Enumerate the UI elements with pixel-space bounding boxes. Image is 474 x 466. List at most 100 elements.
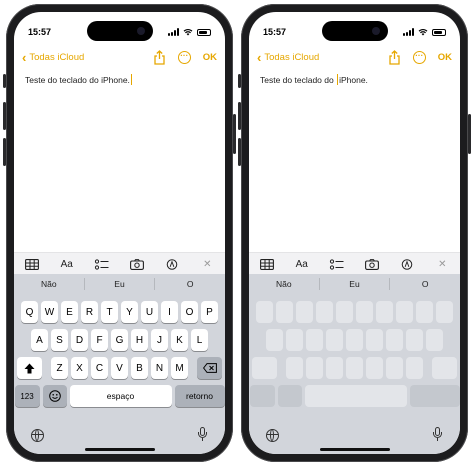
key-m[interactable]: M xyxy=(171,357,188,379)
suggestion-item[interactable]: O xyxy=(155,279,225,289)
close-icon[interactable]: ✕ xyxy=(432,259,452,270)
key-o[interactable]: O xyxy=(181,301,198,323)
format-button[interactable]: Aa xyxy=(292,259,312,270)
close-icon[interactable]: ✕ xyxy=(197,259,217,270)
volume-up-button xyxy=(3,102,6,130)
key-c[interactable]: C xyxy=(91,357,108,379)
key-w[interactable]: W xyxy=(41,301,58,323)
blank-key xyxy=(346,329,363,351)
phone-left: 15:57 ‹ Todas iCloud ··· OK Teste do tec… xyxy=(3,4,236,462)
back-button[interactable]: ‹ Todas iCloud xyxy=(257,51,319,64)
key-r[interactable]: R xyxy=(81,301,98,323)
camera-icon[interactable] xyxy=(127,258,147,270)
key-x[interactable]: X xyxy=(71,357,88,379)
suggestion-item[interactable]: Eu xyxy=(320,279,390,289)
mic-icon[interactable] xyxy=(198,427,207,442)
numbers-key[interactable]: 123 xyxy=(14,385,40,407)
nav-bar: ‹ Todas iCloud ··· OK xyxy=(249,50,460,68)
phone-right: 15:57 ‹ Todas iCloud ··· OK Teste do tec… xyxy=(238,4,471,462)
note-text-after-cursor: iPhone. xyxy=(339,75,368,85)
shift-icon xyxy=(24,363,35,373)
text-cursor[interactable] xyxy=(337,74,339,85)
blank-key xyxy=(336,301,353,323)
blank-key xyxy=(249,385,275,407)
suggestion-item[interactable]: Não xyxy=(14,279,84,289)
key-e[interactable]: E xyxy=(61,301,78,323)
key-f[interactable]: F xyxy=(91,329,108,351)
blank-key xyxy=(306,357,323,379)
back-button[interactable]: ‹ Todas iCloud xyxy=(22,49,85,65)
share-icon[interactable] xyxy=(388,50,401,65)
key-p[interactable]: P xyxy=(201,301,218,323)
markup-icon[interactable] xyxy=(397,258,417,270)
suggestion-item[interactable]: Eu xyxy=(85,279,155,289)
key-t[interactable]: T xyxy=(101,301,118,323)
ok-button[interactable]: OK xyxy=(438,52,452,63)
blank-key xyxy=(416,301,433,323)
key-a[interactable]: A xyxy=(31,329,48,351)
more-icon[interactable]: ··· xyxy=(177,51,191,64)
key-n[interactable]: N xyxy=(151,357,168,379)
key-z[interactable]: Z xyxy=(51,357,68,379)
more-icon[interactable]: ··· xyxy=(412,51,426,64)
key-v[interactable]: V xyxy=(111,357,128,379)
key-i[interactable]: I xyxy=(161,301,178,323)
note-body[interactable]: Teste do teclado do iPhone. xyxy=(25,74,132,85)
volume-up-button xyxy=(238,102,241,130)
globe-icon[interactable] xyxy=(31,429,44,442)
text-cursor xyxy=(130,74,132,85)
back-label: Todas iCloud xyxy=(29,52,85,63)
checklist-icon[interactable] xyxy=(327,258,347,270)
space-key[interactable]: espaço xyxy=(69,385,172,407)
suggestion-item[interactable]: Não xyxy=(249,279,319,289)
key-y[interactable]: Y xyxy=(121,301,138,323)
note-body[interactable]: Teste do teclado do iPhone. xyxy=(260,74,368,85)
blank-key xyxy=(286,329,303,351)
key-u[interactable]: U xyxy=(141,301,158,323)
markup-icon[interactable] xyxy=(162,258,182,270)
key-q[interactable]: Q xyxy=(21,301,38,323)
share-icon[interactable] xyxy=(153,50,166,65)
blank-key xyxy=(306,329,323,351)
emoji-icon xyxy=(48,390,61,402)
delete-key[interactable] xyxy=(197,357,222,379)
blank-key xyxy=(256,301,273,323)
note-text: Teste do teclado do iPhone. xyxy=(25,75,130,85)
camera-icon[interactable] xyxy=(362,258,382,270)
wifi-icon xyxy=(418,29,428,36)
ok-button[interactable]: OK xyxy=(203,52,217,63)
blank-key xyxy=(386,357,403,379)
globe-icon[interactable] xyxy=(266,429,279,442)
home-indicator xyxy=(319,448,390,451)
key-l[interactable]: L xyxy=(191,329,208,351)
format-button[interactable]: Aa xyxy=(57,259,77,270)
table-icon[interactable] xyxy=(22,258,42,270)
key-k[interactable]: K xyxy=(171,329,188,351)
return-key[interactable]: retorno xyxy=(174,385,225,407)
checklist-icon[interactable] xyxy=(92,258,112,270)
key-g[interactable]: G xyxy=(111,329,128,351)
key-s[interactable]: S xyxy=(51,329,68,351)
back-chevron-icon: ‹ xyxy=(22,49,27,65)
status-bar: 15:57 xyxy=(249,27,460,42)
blank-key xyxy=(432,357,457,379)
key-h[interactable]: H xyxy=(131,329,148,351)
keyboard: Não Eu O Q W E R T Y U I O P A S D F G H… xyxy=(14,274,225,454)
key-d[interactable]: D xyxy=(71,329,88,351)
key-b[interactable]: B xyxy=(131,357,148,379)
status-time: 15:57 xyxy=(263,27,287,37)
keyboard-trackpad[interactable]: Não Eu O xyxy=(249,274,460,454)
emoji-key[interactable] xyxy=(42,385,67,407)
blank-key xyxy=(277,385,302,407)
table-icon[interactable] xyxy=(257,258,277,270)
blank-key xyxy=(316,301,333,323)
blank-key xyxy=(346,357,363,379)
blank-key xyxy=(286,357,303,379)
power-button xyxy=(233,114,236,154)
key-j[interactable]: J xyxy=(151,329,168,351)
suggestion-item[interactable]: O xyxy=(390,279,460,289)
shift-key[interactable] xyxy=(17,357,42,379)
silent-switch xyxy=(3,74,6,88)
blank-key xyxy=(326,329,343,351)
mic-icon[interactable] xyxy=(433,427,442,442)
